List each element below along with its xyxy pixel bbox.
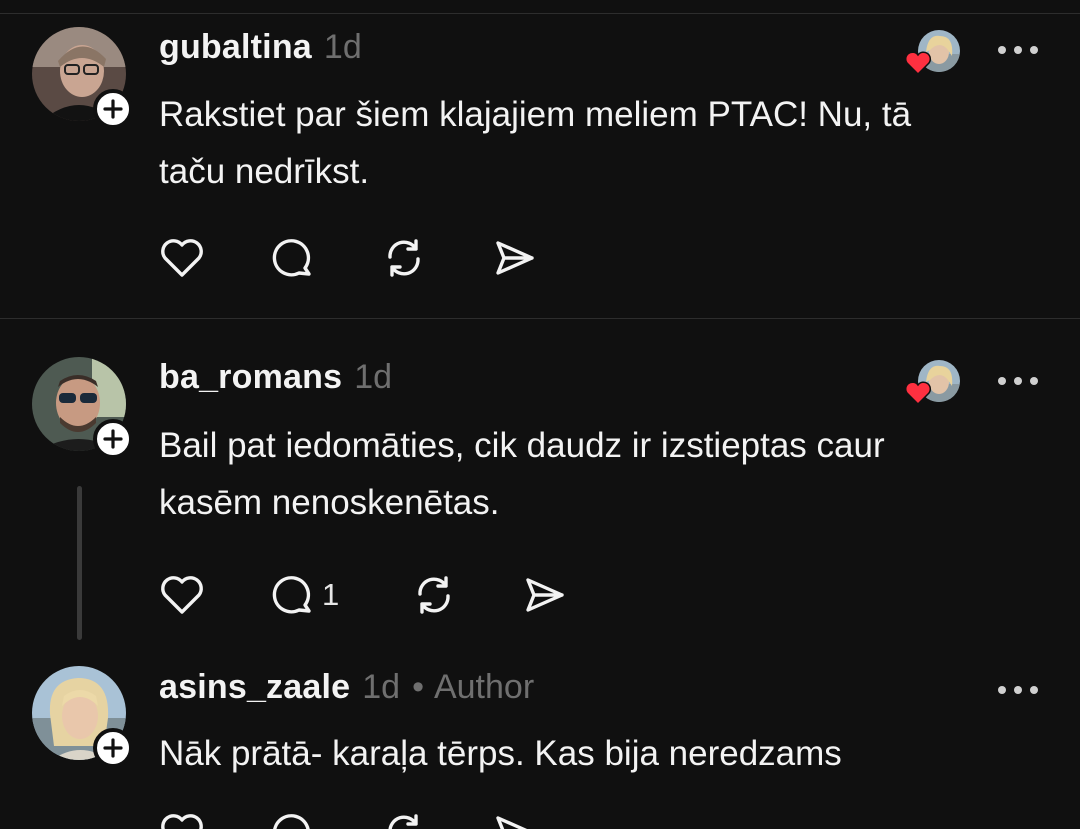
repost-icon [388,239,420,277]
username[interactable]: asins_zaale [159,668,350,707]
follow-button[interactable] [93,419,133,459]
repost-icon [418,576,450,614]
reply-count: 1 [322,577,340,612]
post-text: Rakstiet par šiem klajajiem meliem PTAC!… [159,86,1039,200]
more-dots-icon[interactable] [996,43,1040,57]
post-text-line: Bail pat iedomāties, cik daudz ir izstie… [159,426,885,465]
send-icon [526,578,564,612]
comment-bubble-icon [272,576,311,614]
post-text: Nāk prātā- karaļa tērps. Kas bija neredz… [159,725,1039,782]
post-text-line: kasēm nenoskenētas. [159,483,500,522]
timestamp: 1d [323,28,362,66]
heart-filled-icon [904,51,932,76]
heart-outline-icon [161,239,203,277]
username[interactable]: ba_romans [159,358,342,397]
timestamp: 1d [362,668,401,706]
follow-button[interactable] [93,728,133,768]
reply-button[interactable] [270,808,316,829]
timestamp: 1d [354,358,393,396]
author-liked-indicator [904,360,960,408]
reply-button[interactable] [270,233,316,283]
heart-outline-icon [161,576,203,614]
share-button[interactable] [492,233,538,283]
author-label: Author [433,668,535,706]
post-text-line: taču nedrīkst. [159,152,370,191]
plus-icon [103,99,123,119]
post-actions-partial [159,808,759,829]
post-actions: 1 [159,570,759,620]
repost-icon [388,814,418,829]
avatar-asins_zaale[interactable] [32,666,133,768]
comments-feed: gubaltina 1d Rakstiet par šiem klajajiem… [0,0,1080,829]
post-header: ba_romans 1d [159,358,392,402]
divider [0,318,1080,319]
plus-icon [103,738,123,758]
post-header: asins_zaale 1d • Author [159,668,534,712]
avatar-gubaltina[interactable] [32,27,133,129]
username[interactable]: gubaltina [159,28,312,67]
comment-bubble-icon [272,239,311,277]
repost-button[interactable] [381,233,427,283]
author-liked-indicator [904,30,960,78]
thread-connector-line [77,486,82,640]
post-header: gubaltina 1d [159,28,362,72]
divider [0,13,1080,14]
more-dots-icon[interactable] [996,683,1040,697]
post-actions [159,233,759,283]
post-text-line: Nāk prātā- karaļa tērps. Kas bija neredz… [159,734,842,773]
post-text: Bail pat iedomāties, cik daudz ir izstie… [159,417,1039,531]
heart-outline-icon [161,814,203,829]
send-icon [496,241,534,275]
share-button[interactable] [522,570,568,620]
like-button[interactable] [159,570,205,620]
like-button[interactable] [159,233,205,283]
send-icon [496,816,528,829]
comment-bubble-icon [273,814,310,829]
plus-icon [103,429,123,449]
repost-button[interactable] [411,570,457,620]
follow-button[interactable] [93,89,133,129]
separator-dot: • [412,668,424,706]
post-text-line: Rakstiet par šiem klajajiem meliem PTAC!… [159,95,912,134]
reply-button[interactable]: 1 [270,570,339,620]
share-button[interactable] [492,808,538,829]
heart-filled-icon [904,381,932,406]
repost-button[interactable] [381,808,427,829]
more-dots-icon[interactable] [996,374,1040,388]
like-button[interactable] [159,808,205,829]
avatar-ba_romans[interactable] [32,357,133,459]
